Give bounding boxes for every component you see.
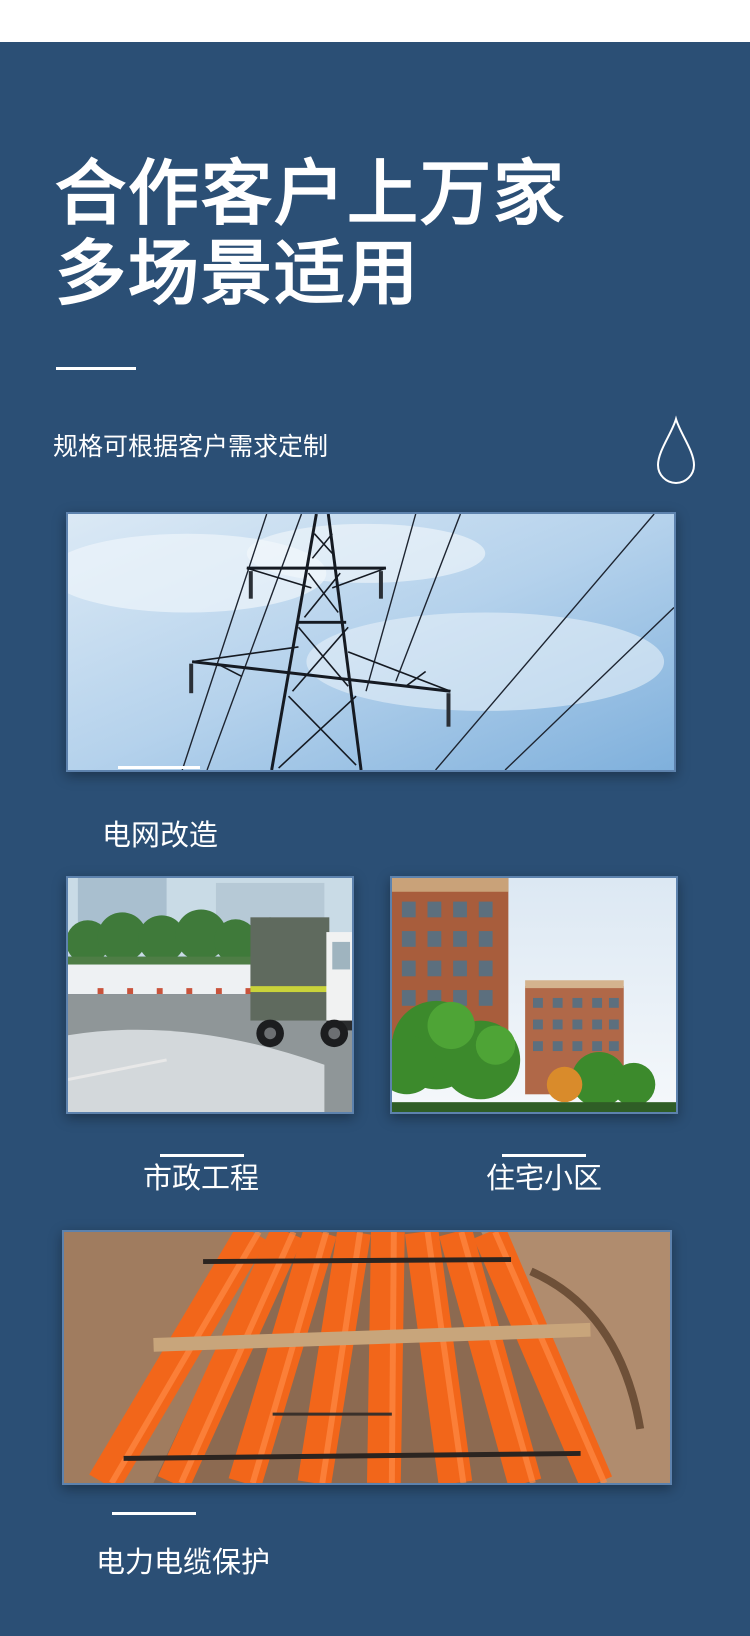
scene-label-power-grid: 电网改造 xyxy=(102,818,219,852)
water-drop-icon xyxy=(654,415,698,487)
promo-panel: 合作客户上万家 多场景适用 规格可根据客户需求定制 电网改造 市政工程 住宅小区… xyxy=(0,42,750,1636)
caption-divider-power-grid xyxy=(118,766,200,769)
page-headline: 合作客户上万家 多场景适用 xyxy=(55,154,566,314)
headline-line-1: 合作客户上万家 xyxy=(55,152,567,235)
caption-divider-cable xyxy=(112,1512,196,1515)
caption-divider-municipal xyxy=(160,1154,244,1157)
scene-label-cable-protection: 电力电缆保护 xyxy=(96,1545,271,1579)
residential-area-photo xyxy=(390,876,678,1114)
headline-divider xyxy=(56,367,136,370)
scene-label-residential: 住宅小区 xyxy=(486,1161,603,1195)
headline-line-2: 多场景适用 xyxy=(55,232,421,315)
power-grid-photo xyxy=(66,512,676,772)
scene-label-municipal: 市政工程 xyxy=(143,1161,260,1195)
municipal-engineering-photo xyxy=(66,876,354,1114)
caption-divider-residential xyxy=(502,1154,586,1157)
cable-protection-photo xyxy=(62,1230,672,1485)
subtitle: 规格可根据客户需求定制 xyxy=(53,432,329,461)
